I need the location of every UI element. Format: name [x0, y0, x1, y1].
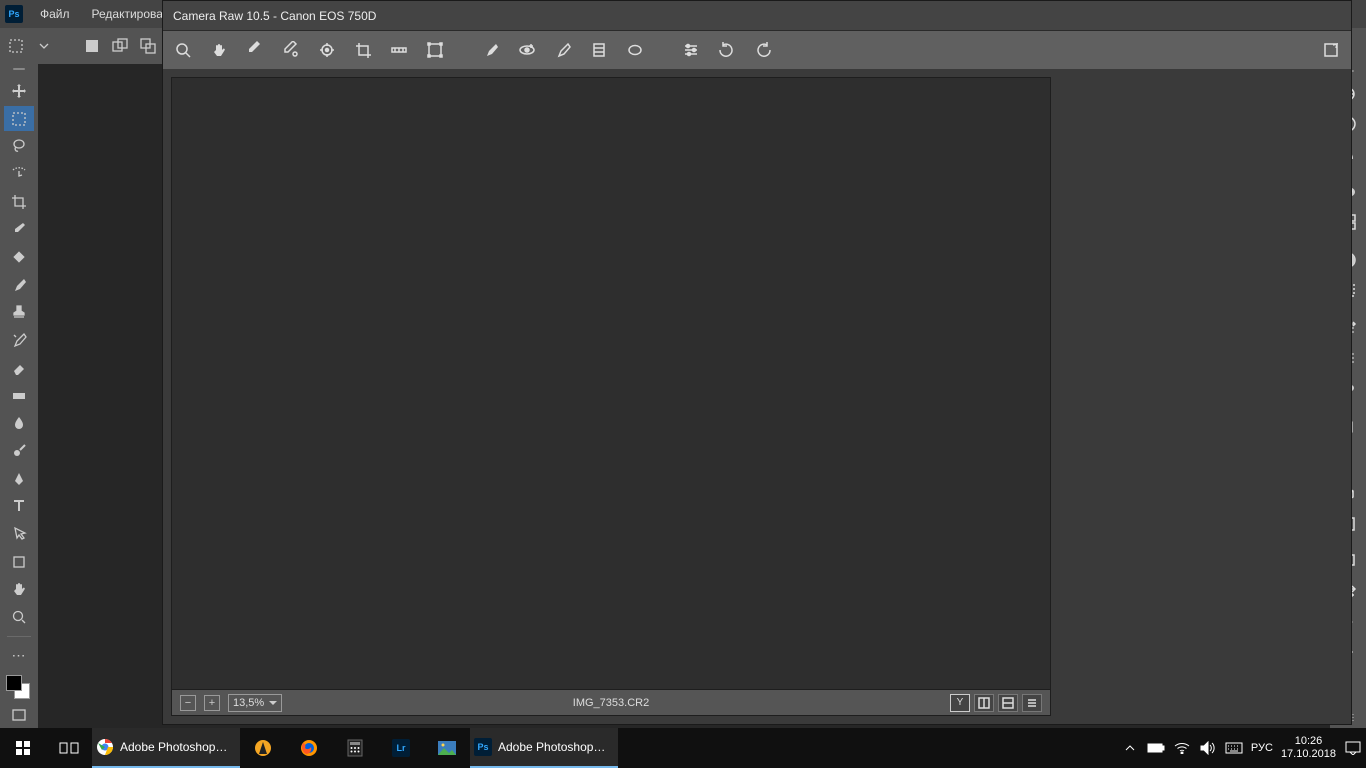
- camera-raw-toolbar: [163, 31, 1351, 69]
- brush-tool[interactable]: [4, 272, 34, 298]
- eraser-tool[interactable]: [4, 355, 34, 381]
- pen-tool[interactable]: [4, 466, 34, 492]
- gradient-tool[interactable]: [4, 383, 34, 409]
- zoom-out-button[interactable]: −: [180, 695, 196, 711]
- cr-straighten-tool[interactable]: [387, 38, 411, 62]
- cr-transform-tool[interactable]: [423, 38, 447, 62]
- taskbar-calculator[interactable]: [332, 728, 378, 768]
- battery-icon[interactable]: [1147, 739, 1165, 757]
- system-tray: РУС 10:26 17.10.2018: [1121, 735, 1366, 761]
- cr-redeye-tool[interactable]: [515, 38, 539, 62]
- lang-indicator[interactable]: РУС: [1251, 742, 1273, 754]
- chevron-down-icon[interactable]: [34, 36, 54, 56]
- tool-separator: [7, 636, 31, 637]
- notifications-icon[interactable]: [1344, 739, 1362, 757]
- start-button[interactable]: [0, 728, 46, 768]
- fg-color[interactable]: [6, 675, 22, 691]
- cr-graduated-filter-tool[interactable]: [587, 38, 611, 62]
- cr-radial-filter-tool[interactable]: [623, 38, 647, 62]
- cr-crop-tool[interactable]: [351, 38, 375, 62]
- move-tool[interactable]: [4, 78, 34, 104]
- zoom-value: 13,5%: [233, 697, 264, 709]
- cr-prefs-tool[interactable]: [679, 38, 703, 62]
- taskbar-photoshop-label: Adobe Photoshop ...: [498, 740, 614, 754]
- filename-label: IMG_7353.CR2: [573, 697, 649, 709]
- marquee-tool[interactable]: [4, 106, 34, 132]
- eyedropper-tool[interactable]: [4, 217, 34, 243]
- subtract-selection-icon[interactable]: [138, 36, 158, 56]
- keyboard-icon[interactable]: [1225, 739, 1243, 757]
- taskbar-aimp[interactable]: [240, 728, 286, 768]
- clock[interactable]: 10:26 17.10.2018: [1281, 735, 1336, 761]
- cr-hand-tool[interactable]: [207, 38, 231, 62]
- camera-raw-preview: − + 13,5% IMG_7353.CR2 Y: [171, 77, 1051, 716]
- blur-tool[interactable]: [4, 410, 34, 436]
- add-selection-icon[interactable]: [110, 36, 130, 56]
- taskbar-photoshop[interactable]: Ps Adobe Photoshop ...: [470, 728, 618, 768]
- ps-tools: ⋯: [0, 64, 38, 728]
- dodge-tool[interactable]: [4, 438, 34, 464]
- type-tool[interactable]: [4, 494, 34, 520]
- history-brush-tool[interactable]: [4, 327, 34, 353]
- camera-raw-body: − + 13,5% IMG_7353.CR2 Y: [163, 69, 1351, 724]
- quick-select-tool[interactable]: [4, 161, 34, 187]
- zoom-tool[interactable]: [4, 604, 34, 630]
- task-view-button[interactable]: [46, 728, 92, 768]
- date-label: 17.10.2018: [1281, 748, 1336, 761]
- cr-white-balance-tool[interactable]: [243, 38, 267, 62]
- new-selection-icon[interactable]: [82, 36, 102, 56]
- shape-tool[interactable]: [4, 549, 34, 575]
- preview-toggle[interactable]: Y: [950, 694, 970, 712]
- camera-raw-window: Camera Raw 10.5 - Canon EOS 750D − + 13,…: [162, 0, 1352, 725]
- hand-tool[interactable]: [4, 577, 34, 603]
- zoom-in-button[interactable]: +: [204, 695, 220, 711]
- volume-icon[interactable]: [1199, 739, 1217, 757]
- cr-rotate-ccw[interactable]: [715, 38, 739, 62]
- windows-taskbar: Adobe Photoshop ... Lr Ps Adobe Photosho…: [0, 728, 1366, 768]
- time-label: 10:26: [1281, 735, 1336, 748]
- camera-raw-statusbar: − + 13,5% IMG_7353.CR2 Y: [171, 690, 1051, 716]
- taskbar-lightroom[interactable]: Lr: [378, 728, 424, 768]
- before-after-menu[interactable]: [1022, 694, 1042, 712]
- taskbar-chrome-label: Adobe Photoshop ...: [120, 740, 236, 754]
- lasso-tool[interactable]: [4, 133, 34, 159]
- stamp-tool[interactable]: [4, 300, 34, 326]
- cr-adjustment-brush-tool[interactable]: [551, 38, 575, 62]
- marquee-tool-preset-icon[interactable]: [6, 36, 26, 56]
- camera-raw-title: Camera Raw 10.5 - Canon EOS 750D: [163, 1, 1351, 31]
- heal-tool[interactable]: [4, 244, 34, 270]
- taskbar-chrome[interactable]: Adobe Photoshop ...: [92, 728, 240, 768]
- camera-raw-image[interactable]: [171, 77, 1051, 690]
- zoom-select[interactable]: 13,5%: [228, 694, 282, 712]
- taskbar-photos[interactable]: [424, 728, 470, 768]
- before-after-1[interactable]: [974, 694, 994, 712]
- cr-spot-removal-tool[interactable]: [479, 38, 503, 62]
- edit-toolbar[interactable]: ⋯: [4, 643, 34, 669]
- taskbar-firefox[interactable]: [286, 728, 332, 768]
- path-select-tool[interactable]: [4, 521, 34, 547]
- color-swatches[interactable]: [6, 675, 32, 701]
- ps-logo[interactable]: Ps: [0, 0, 28, 28]
- cr-zoom-tool[interactable]: [171, 38, 195, 62]
- wifi-icon[interactable]: [1173, 739, 1191, 757]
- menu-file[interactable]: Файл: [30, 0, 80, 28]
- cr-color-sampler-tool[interactable]: [279, 38, 303, 62]
- cr-targeted-tool[interactable]: [315, 38, 339, 62]
- cr-fullscreen[interactable]: [1319, 38, 1343, 62]
- ps-logo-box: Ps: [5, 5, 23, 23]
- crop-tool[interactable]: [4, 189, 34, 215]
- screen-mode[interactable]: [4, 702, 34, 728]
- before-after-2[interactable]: [998, 694, 1018, 712]
- tray-chevron-up-icon[interactable]: [1121, 739, 1139, 757]
- drag-handle-icon[interactable]: [13, 68, 25, 70]
- cr-rotate-cw[interactable]: [751, 38, 775, 62]
